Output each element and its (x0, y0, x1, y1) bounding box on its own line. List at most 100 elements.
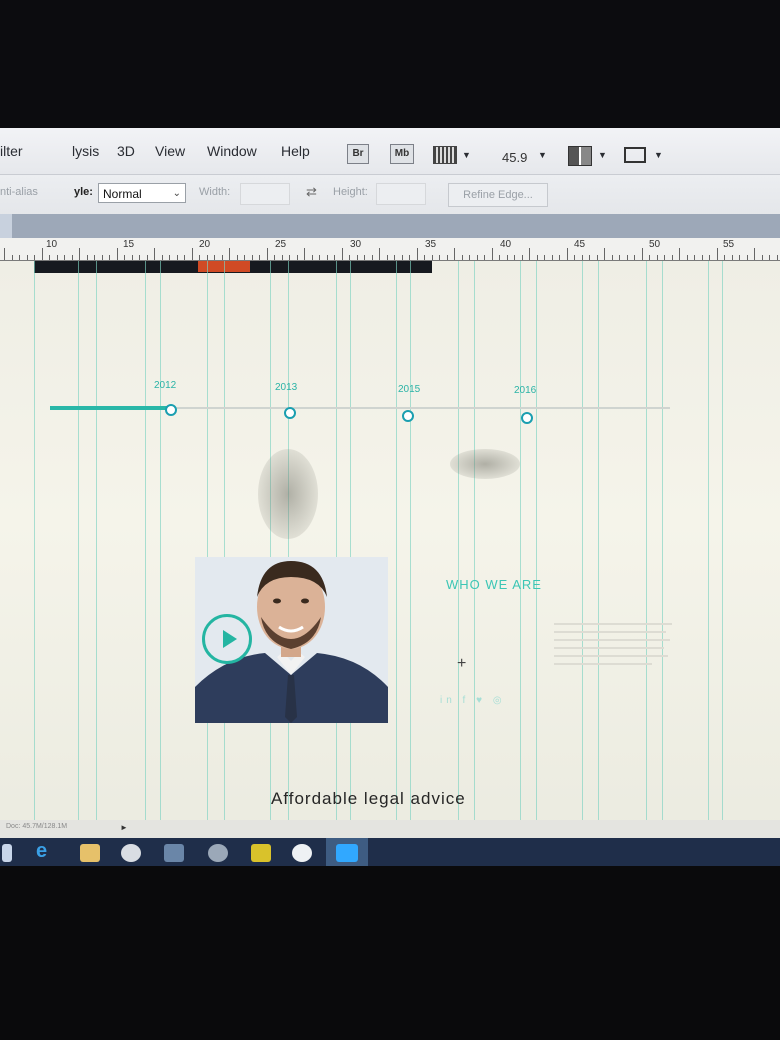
ruler-tick (341, 248, 343, 260)
bridge-button[interactable]: Br (347, 144, 369, 164)
arrange-dropdown-icon[interactable]: ▼ (598, 150, 607, 160)
ruler-tick (514, 255, 515, 260)
screen-mode-dropdown-icon[interactable]: ▼ (654, 150, 663, 160)
ruler-tick (431, 255, 433, 260)
paragraph-line (554, 631, 666, 633)
ruler-tick (49, 255, 50, 260)
zoom-level[interactable]: 45.9 (502, 150, 527, 165)
width-input[interactable] (240, 183, 290, 205)
ruler-tick (349, 255, 350, 260)
ruler-tick (131, 255, 133, 260)
screen-mode-icon[interactable] (624, 147, 646, 163)
status-arrow-icon[interactable]: ► (120, 823, 128, 832)
horizontal-ruler[interactable]: 10 15 20 25 30 35 40 45 50 55 (0, 238, 780, 261)
ruler-tick (26, 255, 28, 260)
app-icon[interactable] (208, 844, 228, 862)
ruler-tick (776, 255, 778, 260)
document-canvas[interactable]: 2012 2013 2015 2016 WHO WE ARE + in f ♥ … (0, 261, 780, 840)
menu-window[interactable]: Window (207, 143, 257, 159)
menu-view[interactable]: View (155, 143, 185, 159)
ruler-tick (169, 255, 170, 260)
ruler-tick (116, 248, 118, 260)
height-label: Height: (333, 186, 368, 198)
play-video-button[interactable] (202, 614, 252, 664)
crosshair-cursor-icon: + (457, 655, 467, 672)
layout-guide (270, 261, 271, 840)
store-icon[interactable] (164, 844, 184, 862)
timeline-year: 2012 (154, 380, 177, 391)
ruler-tick (4, 248, 5, 260)
layout-guide (288, 261, 289, 840)
swap-icon[interactable]: ⇄ (306, 184, 317, 200)
ruler-tick (244, 255, 245, 260)
ruler-tick (101, 255, 103, 260)
ruler-tick (484, 255, 485, 260)
extras-icon[interactable] (433, 146, 457, 164)
ruler-tick (79, 248, 80, 260)
ruler-tick (469, 255, 470, 260)
ruler-tick (716, 248, 718, 260)
ruler-tick (439, 255, 440, 260)
ruler-tick (664, 255, 665, 260)
ruler-tick (731, 255, 733, 260)
ruler-tick (154, 248, 155, 260)
ruler-tick (191, 248, 193, 260)
zoom-dropdown-icon[interactable]: ▼ (538, 150, 547, 160)
ruler-tick (236, 255, 238, 260)
ruler-tick (214, 255, 215, 260)
ruler-tick (71, 255, 73, 260)
app-icon[interactable] (251, 844, 271, 862)
layout-guide (34, 261, 35, 840)
ruler-tick (296, 255, 298, 260)
photoshop-icon[interactable] (336, 844, 358, 862)
ruler-tick (529, 248, 530, 260)
ruler-tick (11, 255, 13, 260)
menu-3d[interactable]: 3D (117, 143, 135, 159)
ruler-tick (274, 255, 275, 260)
menu-help[interactable]: Help (281, 143, 310, 159)
timeline-dot[interactable] (521, 412, 533, 424)
layout-guide (336, 261, 337, 840)
extras-dropdown-icon[interactable]: ▼ (462, 150, 471, 160)
tagline-text: Affordable legal advice (271, 789, 466, 808)
status-bar: Doc: 45.7M/128.1M ► (0, 820, 780, 838)
ruler-tick (56, 255, 58, 260)
document-tab[interactable] (0, 214, 12, 238)
ruler-tick (64, 255, 65, 260)
timeline-dot[interactable] (284, 407, 296, 419)
chrome-icon[interactable] (121, 844, 141, 862)
layout-guide (662, 261, 663, 840)
arrange-documents-icon[interactable] (568, 146, 592, 166)
edge-browser-icon[interactable]: e (36, 840, 47, 862)
ruler-tick (754, 248, 755, 260)
ruler-tick (161, 255, 163, 260)
height-input[interactable] (376, 183, 426, 205)
document-info[interactable]: Doc: 45.7M/128.1M (6, 823, 67, 830)
ruler-label: 30 (350, 239, 362, 250)
ruler-tick (266, 248, 268, 260)
timeline-year: 2015 (398, 384, 421, 395)
menu-analysis[interactable]: lysis (72, 143, 99, 159)
menu-filter[interactable]: ilter (0, 143, 23, 159)
document-tab-strip (0, 214, 780, 238)
ruler-tick (551, 255, 553, 260)
refine-edge-button[interactable]: Refine Edge... (448, 183, 548, 207)
monitor-bezel-top (0, 0, 780, 128)
social-icons[interactable]: in f ♥ ◎ (440, 695, 506, 706)
mini-bridge-button[interactable]: Mb (390, 144, 414, 164)
layout-guide (350, 261, 351, 840)
app-icon[interactable] (292, 844, 312, 862)
ruler-tick (634, 255, 635, 260)
who-we-are-heading: WHO WE ARE (446, 577, 542, 592)
ruler-tick (356, 255, 358, 260)
ruler-tick (281, 255, 283, 260)
timeline-dot[interactable] (165, 404, 177, 416)
ruler-tick (259, 255, 260, 260)
ruler-tick (409, 255, 410, 260)
timeline-dot[interactable] (402, 410, 414, 422)
style-select[interactable]: Normal ⌄ (98, 183, 186, 203)
ruler-tick (724, 255, 725, 260)
ruler-tick (229, 248, 230, 260)
file-explorer-icon[interactable] (80, 844, 100, 862)
taskview-icon[interactable] (2, 844, 12, 862)
